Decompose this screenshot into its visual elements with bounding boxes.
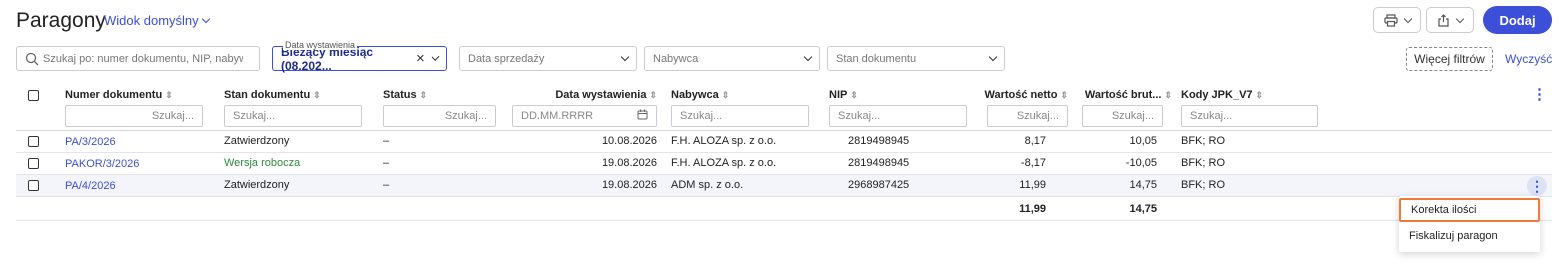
col-header-status[interactable]: Status ⇕ bbox=[383, 89, 427, 101]
export-icon bbox=[1438, 13, 1449, 27]
row-context-menu: Korekta ilości Fiskalizuj paragon bbox=[1399, 196, 1540, 252]
sum-divider bbox=[16, 220, 1552, 221]
doc-date: 19.08.2026 bbox=[601, 157, 657, 169]
doc-net: 11,99 bbox=[1019, 179, 1046, 191]
date-issue-filter-label: Data wystawienia bbox=[283, 40, 358, 50]
sum-gross: 14,75 bbox=[1129, 203, 1157, 215]
col-header-jpk[interactable]: Kody JPK_V7 ⇕ bbox=[1181, 89, 1263, 101]
search-icon bbox=[25, 52, 39, 65]
chevron-down-icon bbox=[1455, 14, 1465, 23]
menu-item-quantity-correction[interactable]: Korekta ilości bbox=[1399, 198, 1540, 222]
col-search-date[interactable]: DD.MM.RRRR bbox=[512, 105, 657, 127]
sort-icon: ⇕ bbox=[850, 90, 858, 100]
select-all-checkbox[interactable] bbox=[28, 90, 39, 101]
doc-gross: 10,05 bbox=[1129, 135, 1157, 147]
col-header-nip[interactable]: NIP ⇕ bbox=[829, 89, 858, 101]
export-button[interactable] bbox=[1426, 7, 1474, 33]
col-header-date[interactable]: Data wystawienia ⇕ bbox=[535, 89, 657, 101]
doc-nip: 2819498945 bbox=[848, 157, 910, 169]
doc-state-filter[interactable]: Stan dokumentu bbox=[827, 46, 1005, 71]
kebab-icon[interactable]: ⋮ bbox=[1532, 87, 1547, 102]
col-search-state[interactable]: Szukaj... bbox=[224, 105, 362, 127]
sort-icon: ⇕ bbox=[1060, 90, 1068, 100]
chevron-down-icon bbox=[620, 52, 630, 62]
col-search-buyer[interactable]: Szukaj... bbox=[671, 105, 809, 127]
sort-icon: ⇕ bbox=[649, 90, 657, 100]
date-placeholder: DD.MM.RRRR bbox=[521, 110, 594, 122]
doc-status: – bbox=[383, 135, 390, 147]
doc-status: – bbox=[383, 157, 390, 169]
chevron-down-icon bbox=[201, 14, 210, 24]
doc-number-link[interactable]: PAKOR/3/2026 bbox=[65, 158, 139, 170]
close-icon[interactable]: × bbox=[416, 51, 425, 66]
doc-jpk: BFK; RO bbox=[1181, 157, 1226, 169]
sort-icon: ⇕ bbox=[165, 90, 173, 100]
chevron-down-icon bbox=[803, 52, 813, 62]
print-button[interactable] bbox=[1373, 7, 1421, 33]
sort-icon: ⇕ bbox=[721, 90, 730, 100]
doc-gross: 14,75 bbox=[1129, 179, 1157, 191]
calendar-icon[interactable] bbox=[637, 109, 648, 123]
search-input[interactable] bbox=[43, 52, 243, 65]
col-header-state[interactable]: Stan dokumentu ⇕ bbox=[224, 89, 321, 101]
doc-date: 19.08.2026 bbox=[601, 179, 657, 191]
more-filters-button[interactable]: Więcej filtrów bbox=[1406, 47, 1493, 71]
doc-date: 10.08.2026 bbox=[601, 135, 657, 147]
col-header-number[interactable]: Numer dokumentu ⇕ bbox=[65, 89, 173, 101]
doc-number-link[interactable]: PA/3/2026 bbox=[65, 136, 116, 148]
doc-state-filter-label: Stan dokumentu bbox=[836, 52, 917, 65]
doc-state: Zatwierdzony bbox=[224, 135, 290, 147]
col-header-gross[interactable]: Wartość brut... ⇕ bbox=[1072, 89, 1172, 101]
row-checkbox[interactable] bbox=[28, 180, 39, 191]
date-sale-filter[interactable]: Data sprzedaży bbox=[459, 46, 637, 71]
date-sale-filter-label: Data sprzedaży bbox=[468, 52, 545, 65]
menu-item-fiscalize-receipt[interactable]: Fiskalizuj paragon bbox=[1399, 224, 1540, 248]
col-search-gross[interactable]: Szukaj... bbox=[1082, 105, 1163, 127]
col-search-number[interactable]: Szukaj... bbox=[65, 105, 203, 127]
doc-net: 8,17 bbox=[1024, 135, 1046, 147]
clear-filters-link[interactable]: Wyczyść bbox=[1505, 52, 1552, 66]
doc-status: – bbox=[383, 179, 390, 191]
doc-gross: -10,05 bbox=[1125, 157, 1157, 169]
search-box[interactable] bbox=[16, 46, 260, 71]
page-title: Paragony bbox=[16, 9, 106, 32]
print-icon bbox=[1383, 13, 1398, 27]
doc-net: -8,17 bbox=[1020, 157, 1046, 169]
view-selector[interactable]: Widok domyślny bbox=[104, 13, 210, 28]
doc-number-link[interactable]: PA/4/2026 bbox=[65, 180, 116, 192]
chevron-down-icon bbox=[431, 53, 440, 61]
chevron-down-icon bbox=[1403, 14, 1412, 23]
doc-buyer: ADM sp. z o.o. bbox=[671, 179, 744, 191]
chevron-down-icon bbox=[988, 52, 998, 62]
col-search-jpk[interactable]: Szukaj... bbox=[1181, 105, 1318, 127]
doc-buyer: F.H. ALOZA sp. z o.o. bbox=[671, 135, 777, 147]
view-selector-label: Widok domyślny bbox=[104, 13, 199, 28]
row-checkbox[interactable] bbox=[28, 136, 39, 147]
sort-icon: ⇕ bbox=[1255, 90, 1264, 100]
add-button[interactable]: Dodaj bbox=[1483, 6, 1552, 34]
sort-icon: ⇕ bbox=[1164, 90, 1172, 100]
sort-icon: ⇕ bbox=[419, 90, 428, 100]
buyer-filter-label: Nabywca bbox=[653, 52, 699, 65]
col-header-buyer[interactable]: Nabywca ⇕ bbox=[671, 89, 729, 101]
col-search-status[interactable]: Szukaj... bbox=[383, 105, 496, 127]
date-issue-filter[interactable]: Data wystawienia Bieżący miesiąc (08.202… bbox=[272, 40, 447, 73]
row-actions-kebab-icon[interactable]: ⋮ bbox=[1527, 176, 1547, 196]
doc-state: Zatwierdzony bbox=[224, 179, 290, 191]
col-search-nip[interactable]: Szukaj... bbox=[829, 105, 967, 127]
doc-jpk: BFK; RO bbox=[1181, 135, 1226, 147]
doc-jpk: BFK; RO bbox=[1181, 179, 1226, 191]
col-header-net[interactable]: Wartość netto ⇕ bbox=[968, 89, 1068, 101]
row-checkbox[interactable] bbox=[28, 158, 39, 169]
sum-net: 11,99 bbox=[1019, 203, 1046, 215]
doc-state: Wersja robocza bbox=[224, 157, 301, 169]
doc-nip: 2968987425 bbox=[848, 179, 910, 191]
sort-icon: ⇕ bbox=[313, 90, 321, 100]
col-search-net[interactable]: Szukaj... bbox=[987, 105, 1068, 127]
buyer-filter[interactable]: Nabywca bbox=[644, 46, 820, 71]
doc-nip: 2819498945 bbox=[848, 135, 910, 147]
doc-buyer: F.H. ALOZA sp. z o.o. bbox=[671, 157, 777, 169]
